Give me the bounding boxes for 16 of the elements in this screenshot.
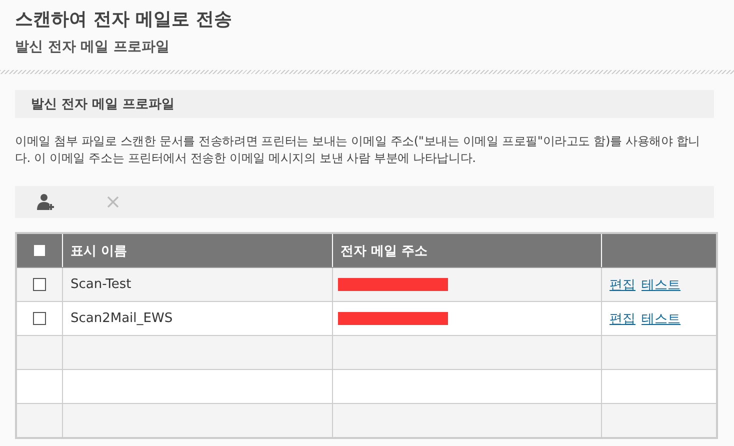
add-user-icon[interactable]	[37, 193, 55, 211]
column-header: 표시 이름	[70, 244, 128, 258]
page-subtitle: 발신 전자 메일 프로파일	[14, 38, 171, 56]
display-name: Scan2Mail_EWS	[70, 311, 173, 326]
action-link[interactable]: 편집	[610, 278, 636, 292]
page-title: 스캔하여 전자 메일로 전송	[14, 8, 233, 32]
row-checkbox[interactable]	[32, 312, 46, 325]
select-all-checkbox[interactable]	[34, 244, 45, 256]
column-header: 전자 메일 주소	[340, 244, 428, 258]
action-link[interactable]: 편집	[610, 312, 636, 326]
description-text: 이메일 첨부 파일로 스캔한 문서를 전송하려면 프린터는 보내는 이메일 주소("보내는 이메일 프로필"이라고도 함)를 사용해야 합니다. 이 이메일 주소는 프린터에서 전송한 이메일 메시지의 보낸 사람 부분에 나타납니다.	[15, 133, 701, 167]
display-name: Scan-Test	[70, 277, 132, 292]
row-checkbox[interactable]	[32, 278, 46, 291]
section-header: 발신 전자 메일 프로파일	[15, 90, 714, 118]
action-link[interactable]: 테스트	[642, 278, 680, 292]
action-link[interactable]: 테스트	[642, 312, 680, 326]
